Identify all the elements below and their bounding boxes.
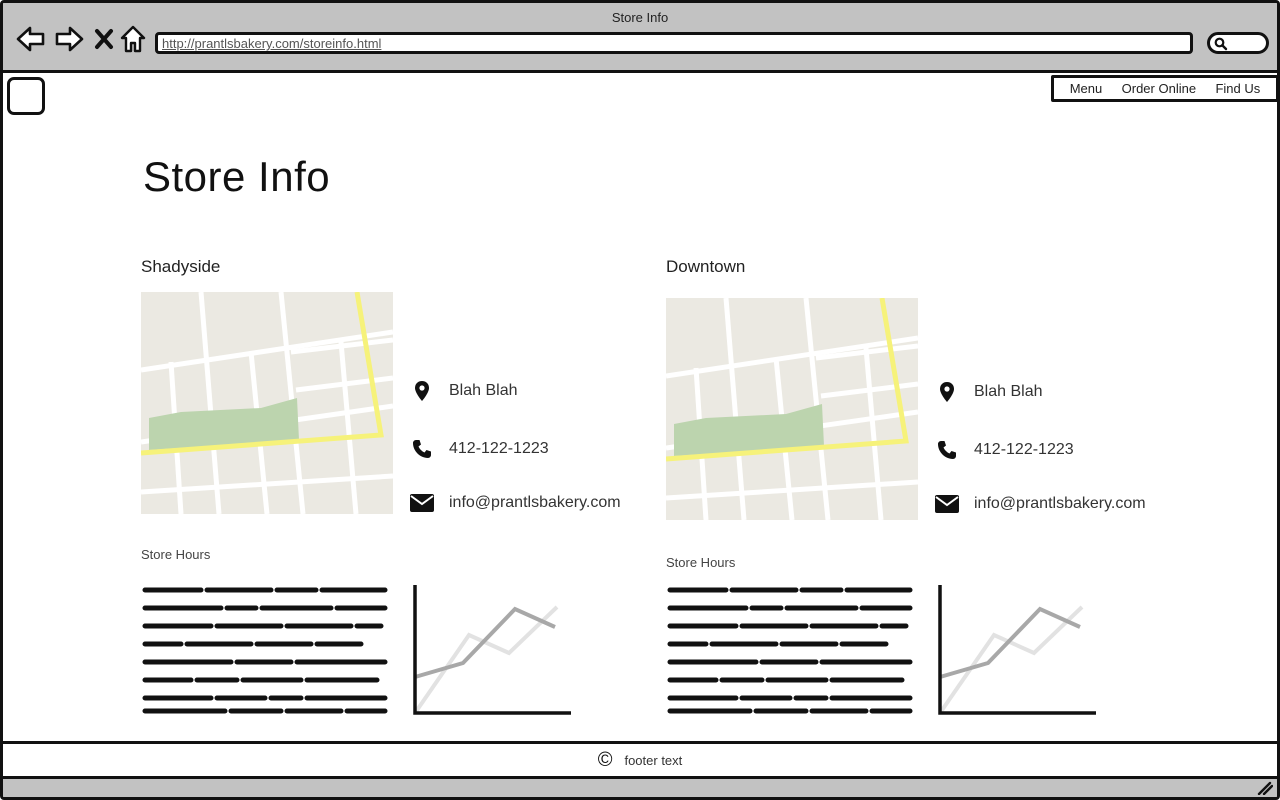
location-name: Shadyside bbox=[141, 257, 221, 276]
browser-status-bar bbox=[3, 779, 1277, 797]
email-row: info@prantlsbakery.com bbox=[934, 491, 1146, 517]
nav-item-order-online[interactable]: Order Online bbox=[1122, 81, 1196, 96]
stop-button[interactable] bbox=[93, 23, 115, 55]
location-map[interactable] bbox=[141, 292, 393, 514]
footer-text: footer text bbox=[624, 752, 683, 768]
nav-item-find-us[interactable]: Find Us bbox=[1215, 81, 1260, 96]
page-title: Store Info bbox=[143, 153, 331, 200]
back-button[interactable] bbox=[15, 23, 47, 55]
line-chart-placeholder bbox=[938, 585, 1096, 715]
address-text: Blah Blah bbox=[449, 382, 518, 399]
address-bar[interactable]: http://prantlsbakery.com/storeinfo.html bbox=[155, 32, 1193, 54]
placeholder-text-block bbox=[142, 587, 388, 714]
forward-button[interactable] bbox=[53, 23, 85, 55]
line-chart-placeholder bbox=[413, 585, 571, 715]
close-icon bbox=[95, 29, 113, 49]
location-card-downtown: Downtown Blah Blah 412-122-1223 info@pra… bbox=[666, 253, 1146, 723]
placeholder-text-block bbox=[667, 587, 913, 714]
copyright-icon: © bbox=[597, 748, 613, 771]
location-name: Downtown bbox=[666, 257, 746, 276]
search-field[interactable] bbox=[1207, 32, 1269, 54]
store-hours-label: Store Hours bbox=[666, 555, 736, 570]
map-image bbox=[141, 292, 393, 514]
nav-item-menu[interactable]: Menu bbox=[1070, 81, 1103, 96]
email-link[interactable]: info@prantlsbakery.com bbox=[974, 495, 1146, 513]
phone-text[interactable]: 412-122-1223 bbox=[974, 441, 1074, 459]
envelope-icon bbox=[935, 495, 959, 513]
location-card-shadyside: Shadyside Blah Blah 412-122-1223 info@pr… bbox=[141, 253, 621, 723]
address-text: Blah Blah bbox=[974, 383, 1043, 400]
home-icon bbox=[120, 25, 146, 53]
forward-arrow-icon bbox=[55, 26, 84, 52]
top-navigation: Menu Order Online Find Us bbox=[1051, 75, 1277, 102]
phone-text[interactable]: 412-122-1223 bbox=[449, 440, 549, 458]
phone-icon bbox=[413, 440, 431, 458]
address-row: Blah Blah bbox=[934, 379, 1043, 405]
resize-handle-icon[interactable] bbox=[1257, 781, 1273, 795]
phone-row: 412-122-1223 bbox=[409, 436, 549, 462]
map-pin-icon bbox=[940, 382, 954, 402]
back-arrow-icon bbox=[16, 26, 45, 52]
browser-toolbar: Store Info http://prantlsbakery.com/stor… bbox=[3, 3, 1277, 73]
page-footer: © footer text bbox=[3, 741, 1277, 779]
home-button[interactable] bbox=[119, 23, 147, 55]
address-row: Blah Blah bbox=[409, 378, 518, 404]
search-icon bbox=[1214, 37, 1228, 51]
window-title: Store Info bbox=[611, 10, 669, 25]
email-link[interactable]: info@prantlsbakery.com bbox=[449, 494, 621, 512]
map-pin-icon bbox=[415, 381, 429, 401]
phone-row: 412-122-1223 bbox=[934, 437, 1074, 463]
map-image bbox=[666, 298, 918, 520]
phone-icon bbox=[938, 441, 956, 459]
browser-window: Store Info http://prantlsbakery.com/stor… bbox=[0, 0, 1280, 800]
store-hours-label: Store Hours bbox=[141, 547, 211, 562]
location-map[interactable] bbox=[666, 298, 918, 520]
email-row: info@prantlsbakery.com bbox=[409, 490, 621, 516]
envelope-icon bbox=[410, 494, 434, 512]
site-logo[interactable] bbox=[7, 77, 45, 115]
